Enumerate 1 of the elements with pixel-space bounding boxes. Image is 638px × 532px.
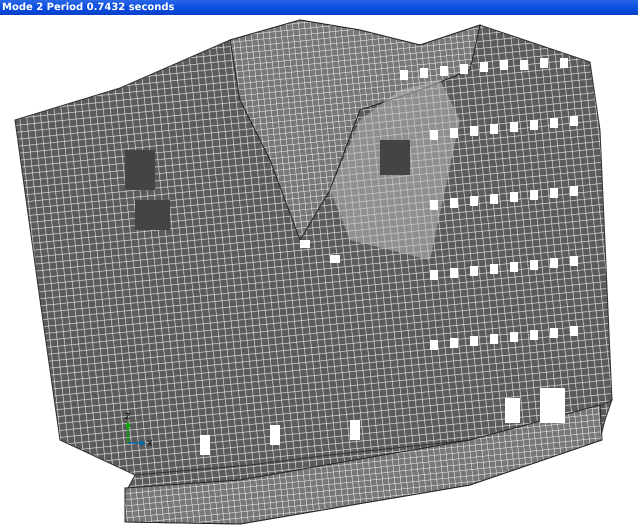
window-title: Mode 2 Period 0.7432 seconds <box>2 1 174 15</box>
